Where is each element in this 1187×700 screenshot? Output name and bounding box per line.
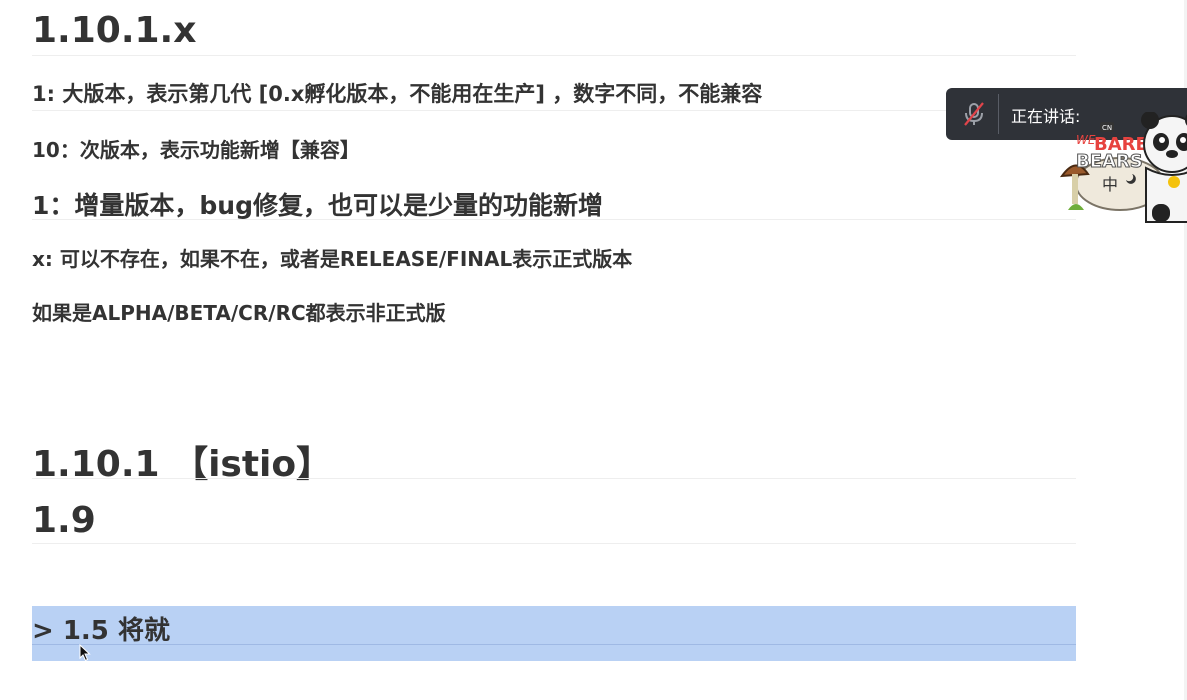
sticker-brand: CN (1102, 124, 1112, 132)
heading-rule (32, 219, 1076, 220)
text-x-qualifier: x: 可以不存在，如果不在，或者是RELEASE/FINAL表示正式版本 (32, 247, 633, 271)
heading-rule (32, 55, 1076, 56)
heading-rule (32, 478, 1076, 479)
sticker-title-bears: BEARS (1076, 151, 1143, 172)
mouse-cursor-icon (79, 643, 91, 666)
heading-rule (32, 110, 1076, 111)
sticker-tag: 中 (1102, 175, 1118, 194)
panel-divider (998, 94, 999, 134)
bear-sticker-avatar: 中 CN WE BARE BEARS (1058, 111, 1187, 224)
heading-rule (32, 543, 1076, 544)
text-prerelease: 如果是ALPHA/BETA/CR/RC都表示非正式版 (32, 301, 446, 325)
heading-1-9: 1.9 (32, 500, 96, 541)
text-patch-version: 1：增量版本，bug修复，也可以是少量的功能新增 (32, 191, 603, 220)
heading-istio: 1.10.1 【istio】 (32, 444, 333, 485)
microphone-muted-icon[interactable] (960, 100, 988, 128)
selection-rule (32, 644, 1076, 645)
text-selection-highlight (32, 606, 1076, 661)
text-major-version: 1: 大版本，表示第几代 [0.x孵化版本，不能用在生产] ，数字不同，不能兼容 (32, 82, 763, 106)
sticker-title-we: WE (1076, 133, 1096, 147)
blockquote-1-5[interactable]: > 1.5 将就 (32, 610, 170, 647)
heading-version-format: 1.10.1.x (32, 10, 197, 51)
text-minor-version: 10：次版本，表示功能新增【兼容】 (32, 138, 360, 162)
